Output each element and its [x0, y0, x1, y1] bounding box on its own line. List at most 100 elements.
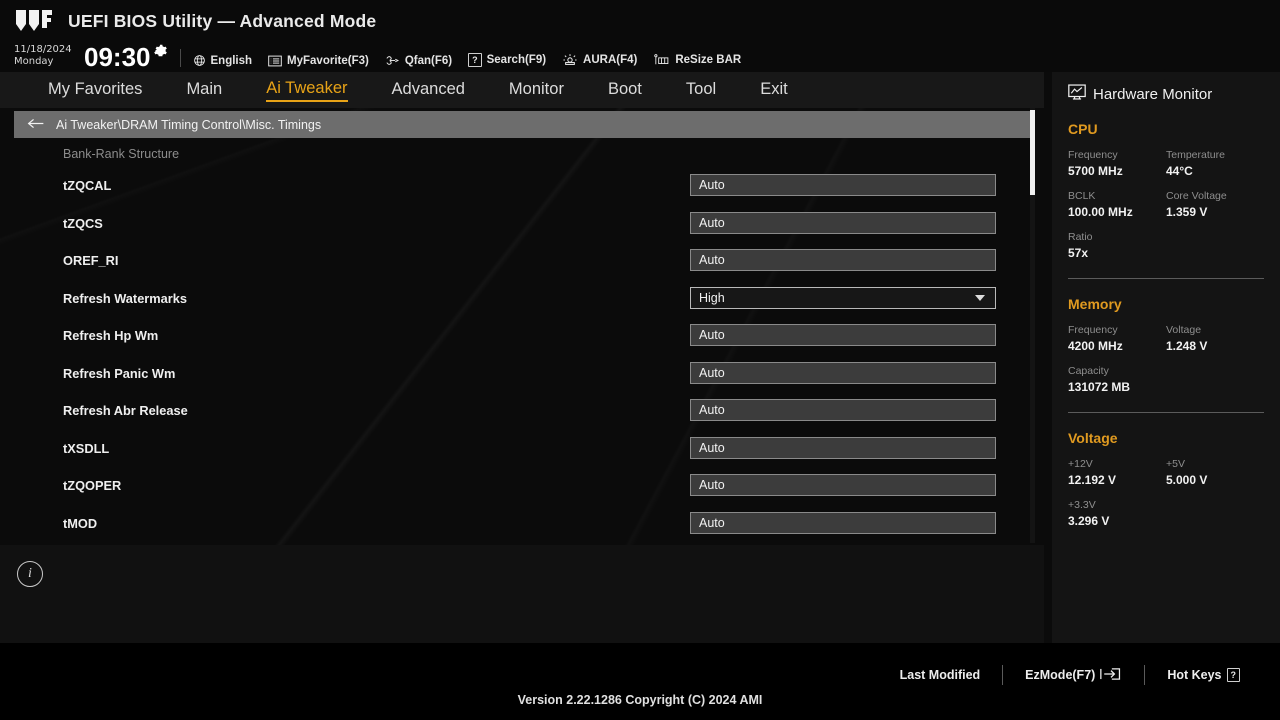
breadcrumb-path: Ai Tweaker\DRAM Timing Control\Misc. Tim…: [56, 117, 322, 132]
main-menu-bar: My Favorites Main Ai Tweaker Advanced Monito…: [0, 72, 1044, 108]
header-tool-resize-bar[interactable]: ReSize BAR: [653, 53, 741, 70]
setting-label: tZQOPER: [63, 478, 122, 493]
setting-value-field[interactable]: Auto: [690, 436, 996, 459]
menu-item-main[interactable]: Main: [186, 80, 222, 101]
setting-dropdown[interactable]: High: [690, 286, 996, 309]
setting-value: Auto: [699, 253, 725, 267]
hw-metric-key: Temperature: [1166, 149, 1225, 161]
hw-metric: Core Voltage 1.359 V: [1166, 190, 1264, 219]
info-circle-icon[interactable]: i: [17, 561, 43, 587]
header-tool-search[interactable]: ? Search(F9): [468, 53, 546, 70]
question-box-icon: ?: [1226, 668, 1240, 682]
menu-item-ai-tweaker[interactable]: Ai Tweaker: [266, 79, 348, 102]
setting-value: Auto: [699, 440, 725, 455]
setting-value-field[interactable]: Auto: [690, 324, 996, 346]
header-tool-aura[interactable]: AURA(F4): [562, 53, 637, 70]
system-date: 11/18/2024 Monday: [14, 44, 84, 70]
hw-row: Frequency 4200 MHz Voltage 1.248 V: [1068, 324, 1264, 353]
hw-metric: Frequency 5700 MHz: [1068, 149, 1166, 178]
header-tool-label: English: [210, 54, 253, 67]
menu-item-exit[interactable]: Exit: [760, 80, 788, 101]
weekday-value: Monday: [14, 56, 54, 67]
chevron-down-icon[interactable]: [975, 294, 985, 301]
hw-row: Frequency 5700 MHz Temperature 44°C: [1068, 149, 1264, 178]
hw-row: +3.3V 3.296 V: [1068, 499, 1264, 528]
setting-value-field[interactable]: Auto: [690, 474, 996, 496]
hot-keys-button[interactable]: Hot Keys ?: [1145, 668, 1262, 682]
hardware-monitor-label: Hardware Monitor: [1093, 85, 1213, 103]
footer-bar: Last Modified EzMode(F7) Hot Keys ?: [0, 643, 1280, 720]
setting-row[interactable]: OREF_RI Auto: [0, 249, 1032, 291]
last-modified-button[interactable]: Last Modified: [878, 668, 1003, 682]
header-tool-label: ReSize BAR: [675, 54, 742, 66]
hw-metric-key: +5V: [1166, 458, 1185, 470]
header-tool-label: MyFavorite(F3): [287, 55, 369, 67]
setting-row[interactable]: tMOD Auto: [0, 511, 1032, 544]
setting-value: Auto: [699, 178, 725, 192]
list-icon: [268, 55, 282, 67]
setting-row[interactable]: tXSDLL Auto: [0, 436, 1032, 479]
setting-row[interactable]: Refresh Watermarks High: [0, 286, 1032, 329]
menu-item-tool[interactable]: Tool: [686, 80, 716, 101]
ez-mode-button[interactable]: EzMode(F7): [1003, 667, 1144, 684]
header-tool-label: AURA(F4): [583, 54, 638, 66]
setting-row[interactable]: Refresh Panic Wm Auto: [0, 361, 1032, 404]
scrollbar-thumb[interactable]: [1030, 110, 1035, 195]
setting-value-field[interactable]: Auto: [690, 174, 996, 196]
question-box-icon: ?: [468, 53, 482, 67]
setting-value: Auto: [699, 403, 725, 417]
setting-label: Refresh Panic Wm: [63, 365, 176, 381]
header-tool-qfan[interactable]: Qfan(F6): [385, 54, 452, 70]
hot-keys-label: Hot Keys: [1167, 668, 1222, 682]
header-tool-myfavorite[interactable]: MyFavorite(F3): [268, 55, 369, 70]
gear-icon[interactable]: [153, 43, 168, 62]
setting-value-field[interactable]: Auto: [690, 211, 996, 234]
hw-metric-key: Voltage: [1166, 324, 1202, 336]
version-text: Version 2.22.1286 Copyright (C) 2024 AMI: [517, 693, 763, 707]
monitor-icon: [1068, 84, 1086, 104]
hw-metric-value: 131072 MB: [1068, 380, 1131, 394]
hw-metric-value: 5700 MHz: [1068, 164, 1123, 178]
menu-item-advanced[interactable]: Advanced: [392, 80, 465, 101]
hw-metric-key: BCLK: [1068, 190, 1096, 202]
hw-separator: [1068, 278, 1264, 279]
hw-metric-key: Core Voltage: [1166, 190, 1227, 202]
menu-item-boot[interactable]: Boot: [608, 80, 642, 101]
setting-value-field[interactable]: Auto: [690, 511, 996, 534]
hw-row: Capacity 131072 MB: [1068, 365, 1264, 394]
breadcrumb[interactable]: Ai Tweaker\DRAM Timing Control\Misc. Tim…: [14, 111, 1030, 138]
menu-item-my-favorites[interactable]: My Favorites: [48, 80, 142, 101]
hw-separator: [1068, 412, 1264, 413]
menu-item-monitor[interactable]: Monitor: [509, 80, 564, 101]
hw-row: Ratio 57x: [1068, 231, 1264, 260]
hw-metric-value: 1.248 V: [1166, 339, 1208, 353]
setting-label: Refresh Watermarks: [63, 290, 187, 306]
header-info-row: 11/18/2024 Monday 09:30 English MyFavori…: [14, 40, 757, 70]
hw-metric: Frequency 4200 MHz: [1068, 324, 1166, 353]
setting-value: Auto: [699, 365, 725, 380]
hw-metric-key: Ratio: [1068, 231, 1093, 243]
tuf-gaming-logo: [14, 8, 56, 34]
settings-list: Bank-Rank Structure tZQCAL Auto tZQCS Auto O…: [0, 140, 1032, 543]
setting-value: Auto: [699, 515, 725, 530]
setting-row[interactable]: tZQCS Auto: [0, 211, 1032, 254]
date-value: 11/18/2024: [14, 44, 72, 55]
hw-metric-value: 57x: [1068, 246, 1089, 260]
setting-value: High: [699, 290, 725, 305]
arrow-left-icon[interactable]: [27, 115, 45, 134]
setting-value-field[interactable]: Auto: [690, 249, 996, 271]
hw-metric-value: 44°C: [1166, 164, 1193, 178]
setting-value: Auto: [699, 215, 725, 230]
setting-row[interactable]: tZQOPER Auto: [0, 474, 1032, 516]
setting-value-field[interactable]: Auto: [690, 361, 996, 384]
globe-icon: [193, 54, 206, 67]
setting-row[interactable]: tZQCAL Auto: [0, 174, 1032, 216]
header-tool-english[interactable]: English: [193, 54, 253, 70]
setting-row[interactable]: Refresh Abr Release Auto: [0, 399, 1032, 441]
setting-row[interactable]: Refresh Hp Wm Auto: [0, 324, 1032, 366]
setting-value-field[interactable]: Auto: [690, 399, 996, 421]
aura-light-icon: [562, 53, 578, 67]
arrow-into-box-icon: [1100, 667, 1122, 684]
footer-links: Last Modified EzMode(F7) Hot Keys ?: [878, 665, 1262, 685]
help-panel: i: [0, 545, 1044, 643]
